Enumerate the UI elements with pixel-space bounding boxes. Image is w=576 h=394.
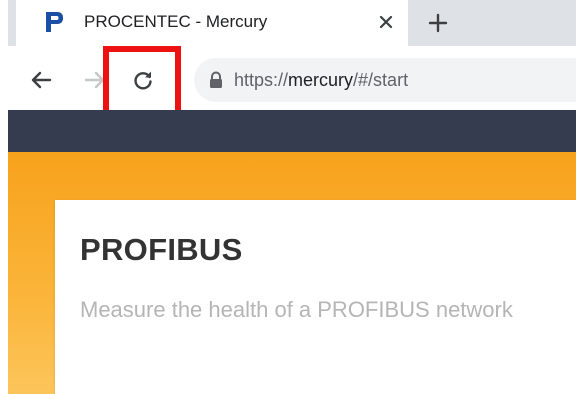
url-scheme: https:// [234,70,289,90]
card-description: Measure the health of a PROFIBUS network [80,297,513,322]
url-path: /#/start [353,70,409,90]
browser-window: PROCENTEC - Mercury https://mercury/#/st… [8,0,576,394]
plus-icon [428,13,448,33]
tab-title: PROCENTEC - Mercury [84,12,268,31]
close-icon[interactable] [374,10,398,34]
new-tab-button[interactable] [423,8,453,38]
lock-icon [210,71,222,88]
site-header-bar [8,110,576,152]
url-text[interactable]: https://mercury/#/start [234,70,408,91]
reload-highlight-box [103,46,181,116]
profibus-card[interactable]: PROFIBUS Measure the health of a PROFIBU… [55,200,576,394]
procentec-p-icon [46,12,63,32]
arrow-left-icon [31,71,52,89]
page-content: PROFIBUS Measure the health of a PROFIBU… [8,152,576,394]
url-host: mercury [288,70,354,90]
address-bar[interactable]: https://mercury/#/start [194,58,576,102]
card-title: PROFIBUS [80,232,243,267]
back-button[interactable] [24,63,58,97]
browser-toolbar: https://mercury/#/start [8,46,576,116]
